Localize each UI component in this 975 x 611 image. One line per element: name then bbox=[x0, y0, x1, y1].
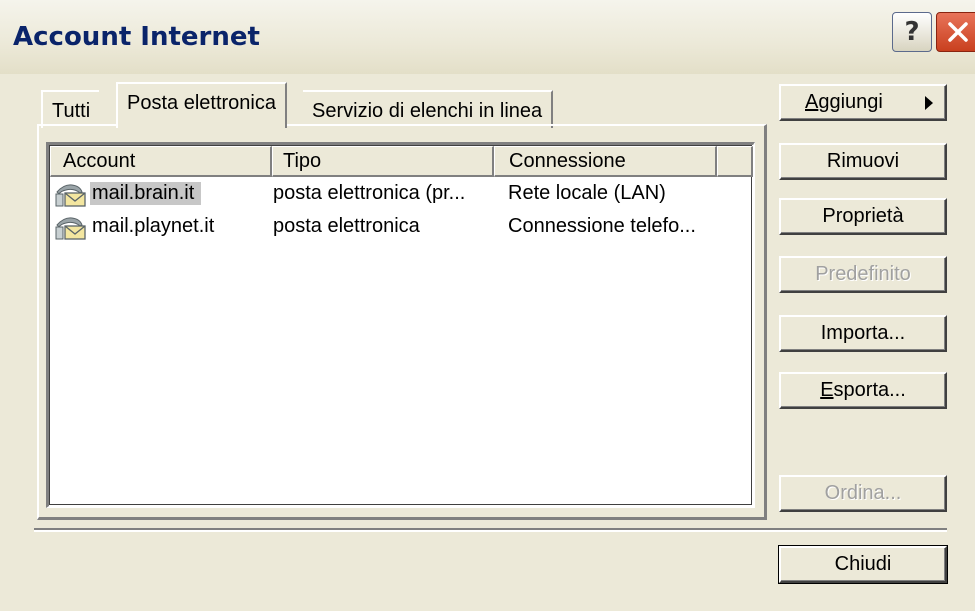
column-label: Connessione bbox=[509, 150, 626, 172]
mail-account-icon bbox=[55, 184, 86, 207]
column-header-account[interactable]: Account bbox=[50, 146, 272, 177]
window-title: Account Internet bbox=[13, 22, 260, 52]
tab-posta-elettronica[interactable]: Posta elettronica bbox=[116, 82, 287, 128]
account-connection: Rete locale (LAN) bbox=[508, 182, 666, 204]
button-label: Ordina... bbox=[824, 482, 902, 504]
column-label: Account bbox=[63, 150, 136, 172]
tab-label: Tutti bbox=[52, 100, 91, 122]
column-header-tipo[interactable]: Tipo bbox=[272, 146, 494, 177]
tab-servizio-elenchi[interactable]: Servizio di elenchi in linea bbox=[303, 90, 554, 128]
button-label: ggiungi bbox=[818, 91, 883, 113]
column-header-spacer bbox=[717, 146, 753, 177]
column-header-connessione[interactable]: Connessione bbox=[494, 146, 717, 177]
account-type: posta elettronica bbox=[273, 215, 420, 237]
mail-account-icon bbox=[55, 217, 86, 240]
esporta-button[interactable]: Esporta... bbox=[779, 372, 947, 409]
button-label: Proprietà bbox=[822, 205, 904, 227]
help-button[interactable]: ? bbox=[892, 12, 932, 52]
proprieta-button[interactable]: Proprietà bbox=[779, 198, 947, 235]
account-connection: Connessione telefo... bbox=[508, 215, 696, 237]
ordina-button[interactable]: Ordina... bbox=[779, 475, 947, 512]
tab-label: Servizio di elenchi in linea bbox=[312, 100, 543, 122]
predefinito-button[interactable]: Predefinito bbox=[779, 256, 947, 293]
title-bar[interactable]: Account Internet ? bbox=[0, 0, 975, 74]
help-icon: ? bbox=[904, 17, 920, 47]
close-x-icon bbox=[948, 22, 968, 42]
account-type: posta elettronica (pr... bbox=[273, 182, 466, 204]
tab-tutti[interactable]: Tutti bbox=[41, 90, 100, 128]
importa-button[interactable]: Importa... bbox=[779, 315, 947, 352]
button-label: Rimuovi bbox=[826, 150, 900, 172]
button-label: Importa... bbox=[820, 322, 906, 344]
close-button[interactable] bbox=[936, 12, 975, 52]
aggiungi-button[interactable]: Aggiungi bbox=[779, 84, 947, 121]
accounts-list[interactable]: Account Tipo Connessione mail.brain.it p… bbox=[46, 142, 755, 508]
chiudi-button[interactable]: Chiudi bbox=[778, 545, 948, 584]
submenu-arrow-icon bbox=[925, 96, 933, 110]
rimuovi-button[interactable]: Rimuovi bbox=[779, 143, 947, 180]
separator bbox=[34, 528, 947, 532]
button-label: Chiudi bbox=[834, 553, 892, 575]
button-label: sporta... bbox=[833, 379, 906, 401]
column-label: Tipo bbox=[283, 150, 322, 172]
account-internet-dialog: Account Internet ? Tutti Posta elettroni… bbox=[0, 0, 975, 611]
list-header: Account Tipo Connessione bbox=[50, 146, 753, 177]
tab-label: Posta elettronica bbox=[127, 92, 276, 114]
account-name: mail.brain.it bbox=[90, 182, 202, 205]
button-label: Predefinito bbox=[815, 263, 911, 285]
accelerator-letter: A bbox=[805, 91, 819, 113]
account-name: mail.playnet.it bbox=[92, 215, 215, 237]
list-item[interactable]: mail.brain.it posta elettronica (pr... R… bbox=[50, 180, 750, 210]
list-item[interactable]: mail.playnet.it posta elettronica Connes… bbox=[50, 213, 750, 243]
accelerator-letter: E bbox=[820, 379, 834, 401]
